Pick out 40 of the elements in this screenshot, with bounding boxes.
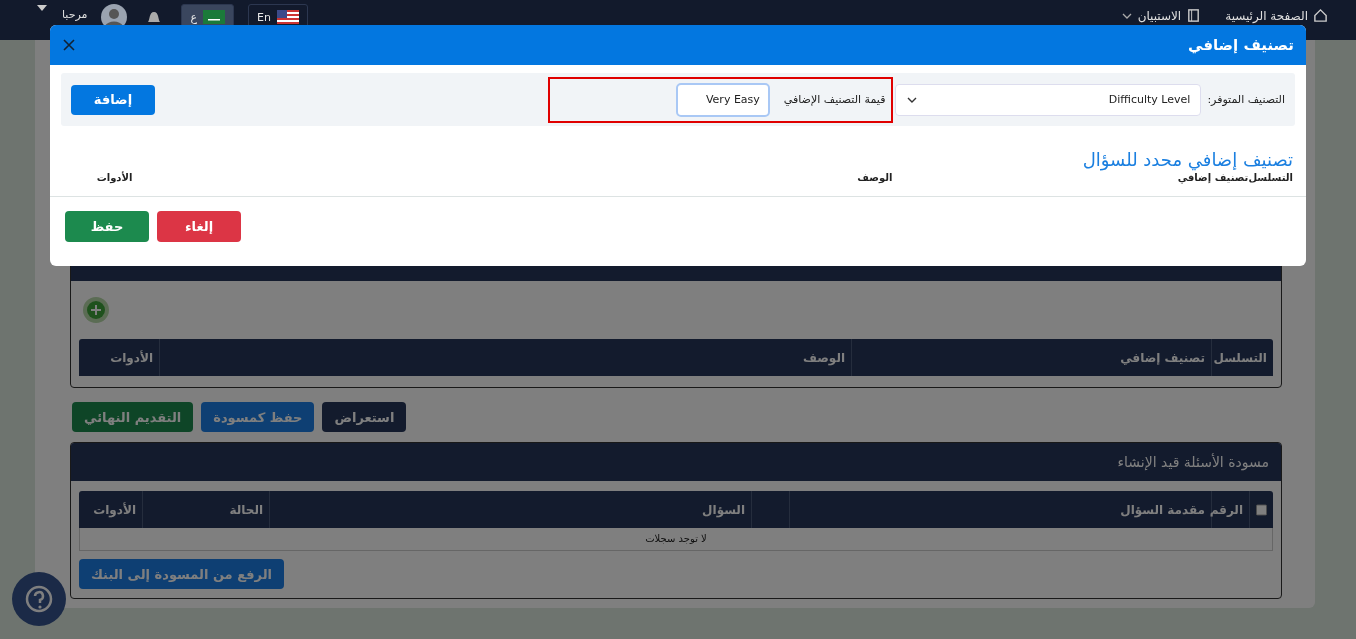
action-button[interactable]: استعراض (322, 402, 407, 432)
column-header: الوصف (856, 172, 893, 186)
modal-title: تصنيف إضافي (1188, 36, 1294, 54)
checkbox[interactable] (1256, 503, 1267, 516)
column-header: مقدمة السؤال (789, 491, 1211, 528)
column-header: الوصف (159, 339, 851, 376)
column-header: الأدوات (95, 172, 133, 186)
section-title: تصنيف إضافي محدد للسؤال (1081, 149, 1293, 170)
add-button[interactable]: إضافة (71, 84, 155, 115)
value-field[interactable]: Very Easy (675, 82, 770, 117)
empty-message: لا توجد سجلات (79, 528, 1273, 551)
action-button[interactable]: حفظ كمسودة (201, 402, 315, 432)
upload-button[interactable]: الرفع من المسودة إلى البنك (79, 559, 284, 589)
panel-title: مسودة الأسئلة قيد الإنشاء (71, 443, 1281, 481)
dialog-button[interactable]: حفظ (65, 211, 149, 242)
column-header: التسلسل (1248, 172, 1293, 185)
column-header: الأدوات (109, 349, 154, 368)
nav-link[interactable]: الاستبيان (1137, 8, 1182, 23)
dialog-button[interactable]: إلغاء (157, 211, 241, 242)
caret-icon (36, 4, 48, 12)
add-icon (83, 297, 109, 323)
column-header: التسلسل (1211, 339, 1273, 376)
flag-icon (276, 10, 299, 24)
greeting-text: مرحبا (62, 7, 88, 21)
action-button[interactable]: التقديم النهائي (72, 402, 194, 432)
flag-icon (203, 10, 225, 24)
book-icon (1186, 8, 1202, 23)
chevron-icon (906, 95, 919, 104)
column-header: السؤال (269, 491, 751, 528)
close-icon[interactable] (62, 38, 76, 52)
nav-link[interactable]: الصفحة الرئيسية (1225, 8, 1308, 23)
column-header: الرقم (1211, 491, 1249, 528)
column-header: تصنيف إضافي (1176, 172, 1249, 186)
field-label: قيمة التصنيف الإضافي (783, 93, 886, 106)
classification-select[interactable]: Difficulty Level (895, 83, 1202, 116)
home-icon (1313, 8, 1328, 23)
column-header: تصنيف إضافي (851, 339, 1211, 376)
field-label: التصنيف المتوفر: (1207, 93, 1285, 106)
column-header: الحالة (142, 491, 269, 528)
column-header: الأدوات (92, 501, 137, 520)
